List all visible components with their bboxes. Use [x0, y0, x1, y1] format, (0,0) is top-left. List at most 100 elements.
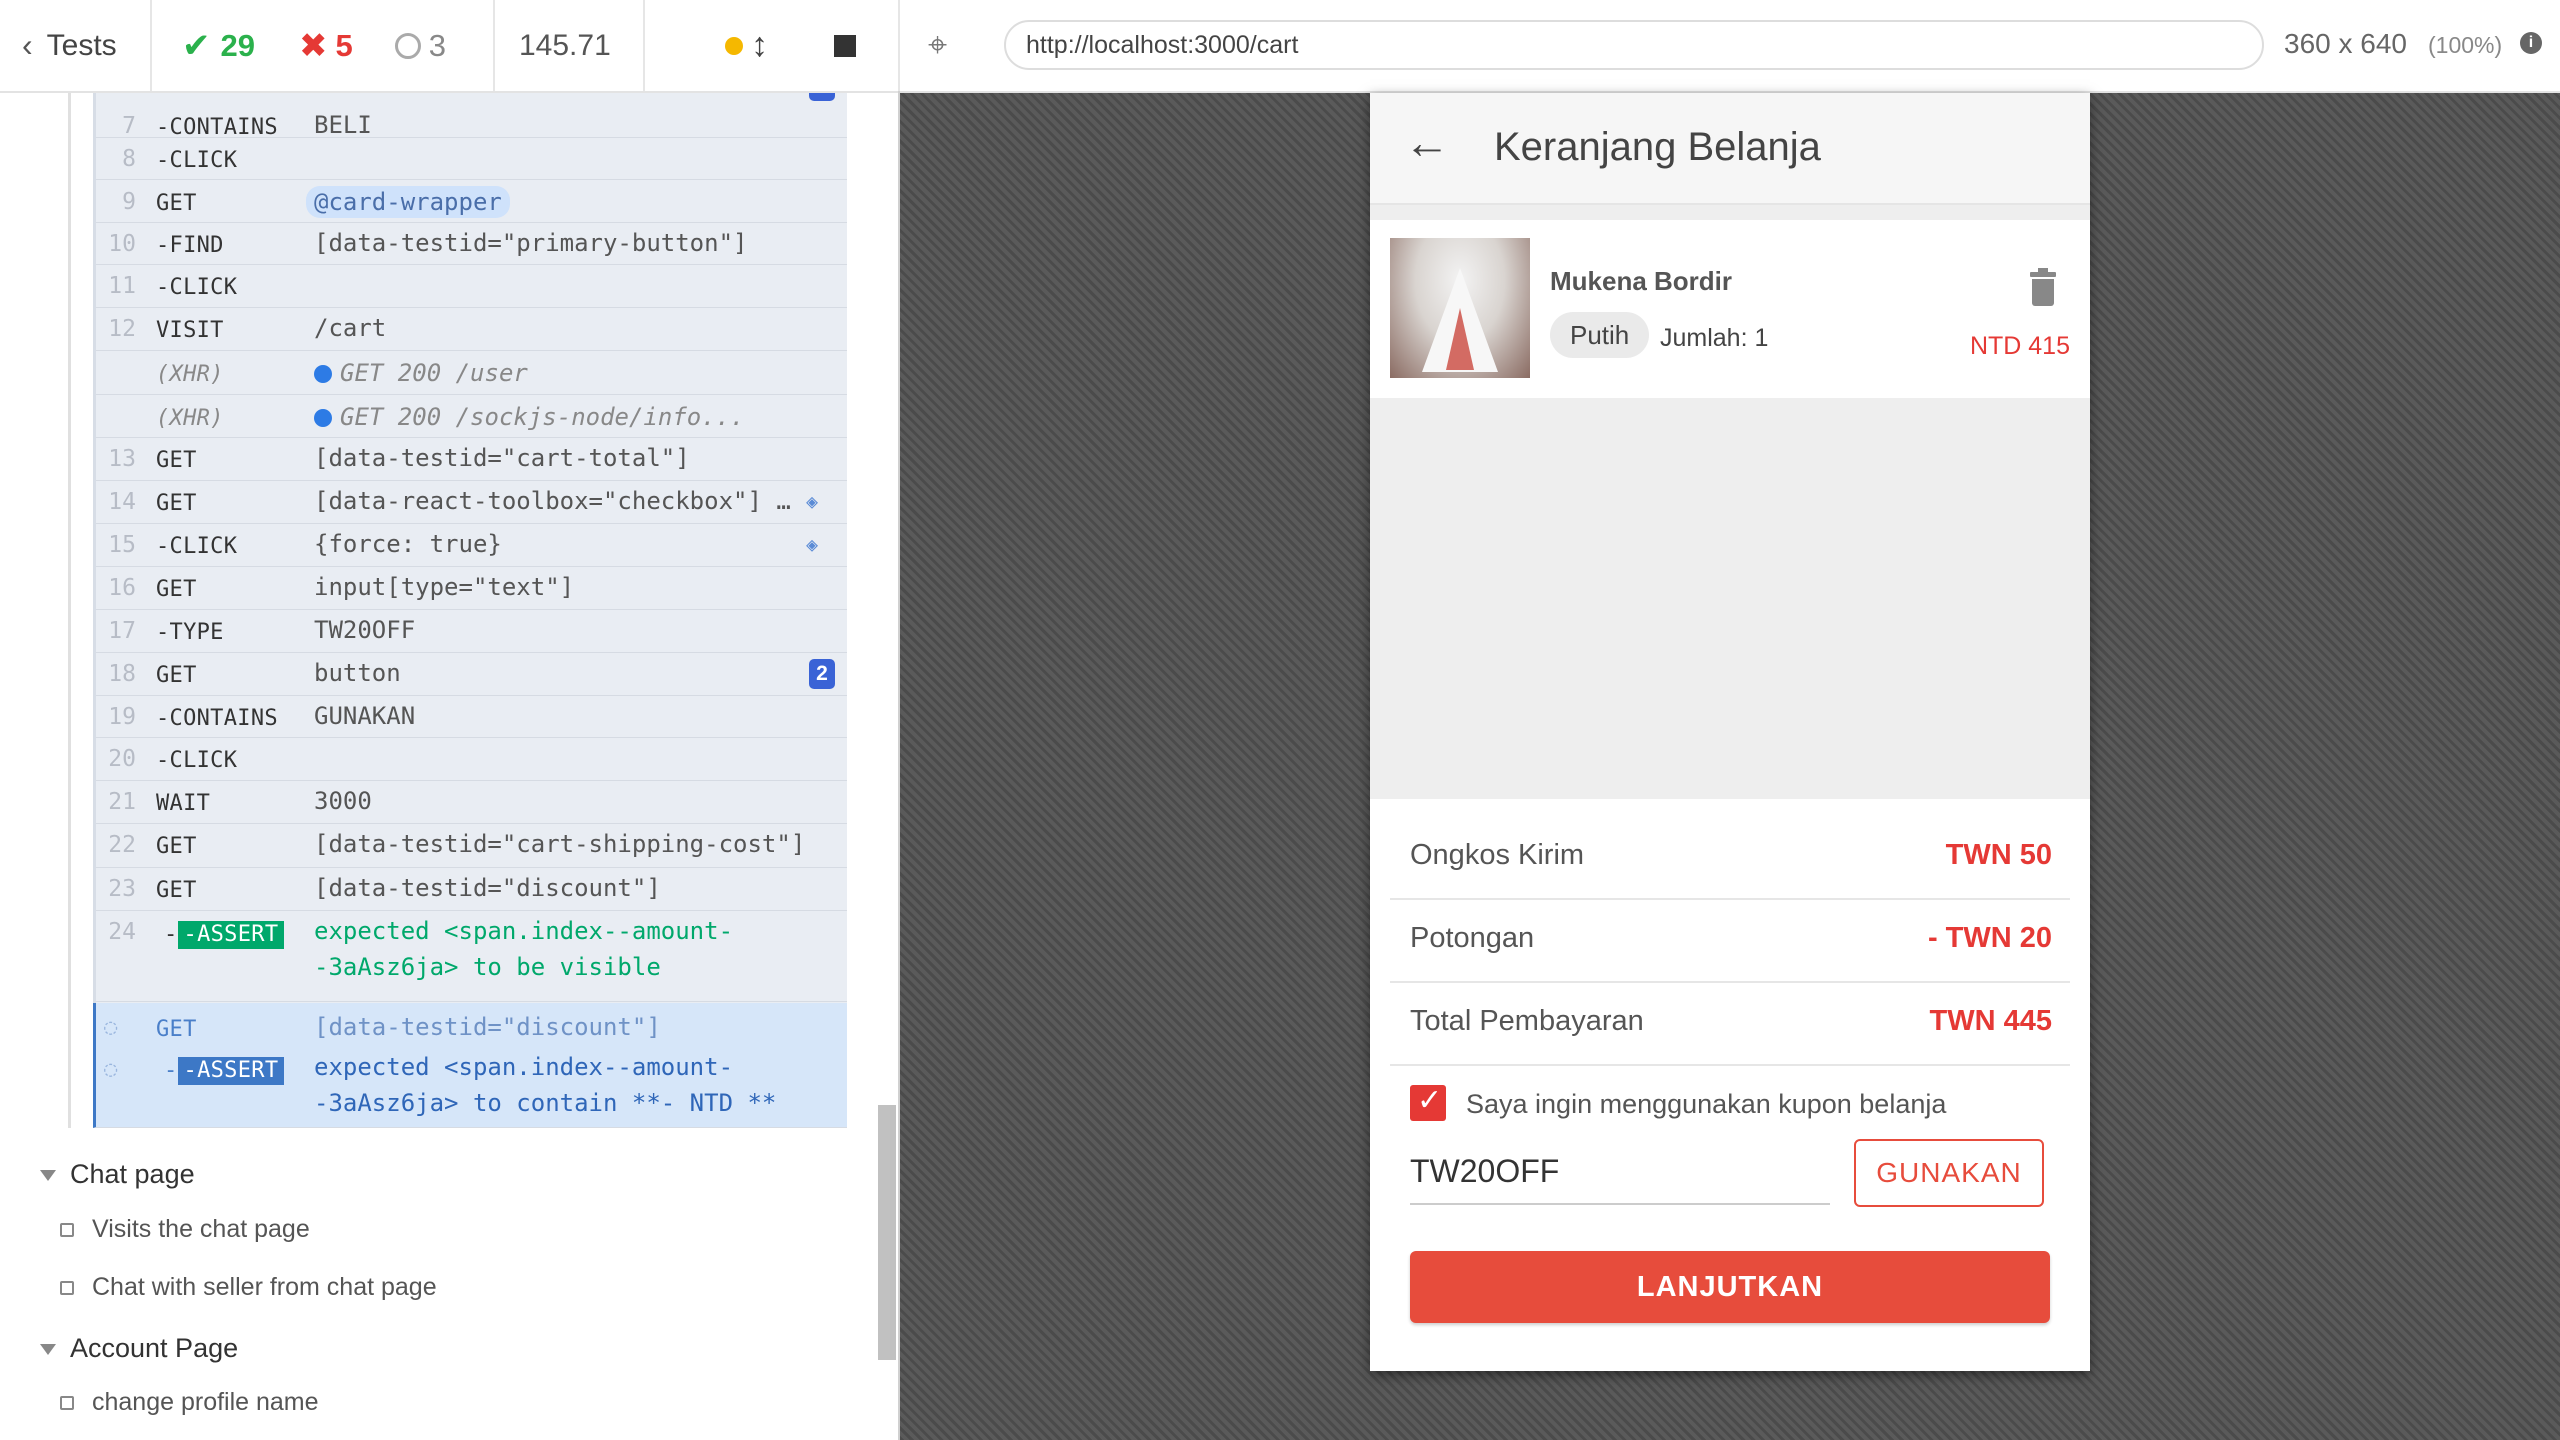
command-row[interactable]: 17 -TYPE TW20OFF — [96, 610, 847, 653]
command-row[interactable]: 7 -CONTAINS BELI — [96, 93, 847, 140]
xhr-status-dot-icon — [314, 409, 332, 427]
auto-scroll-dot-icon[interactable] — [725, 36, 743, 55]
command-name: GET — [156, 663, 197, 688]
command-arg: [data-testid="cart-total"] — [314, 444, 690, 472]
coupon-checkbox[interactable]: ✓ — [1410, 1084, 1446, 1121]
command-log: 7 -CONTAINS BELI 8 -CLICK 9 GET @card-wr… — [93, 93, 847, 1128]
cart-item-card: Mukena Bordir Putih Jumlah: 1 NTD 415 — [1370, 220, 2090, 398]
caret-down-icon — [40, 1344, 56, 1356]
fail-x-icon: ✖ — [298, 26, 328, 65]
assert-message-line1: expected <span.index--amount- — [314, 1053, 734, 1081]
spinner-icon: ◌ — [104, 1057, 118, 1082]
element-count-badge: 2 — [809, 659, 835, 689]
command-arg: [data-testid="discount"] — [314, 874, 661, 902]
command-row[interactable]: 19 -CONTAINS GUNAKAN — [96, 696, 847, 738]
command-name: -CLICK — [156, 534, 238, 559]
command-row[interactable]: 12 VISIT /cart — [96, 308, 847, 351]
line-number: 16 — [108, 575, 136, 601]
back-to-tests-button[interactable]: ‹ Tests — [0, 0, 152, 91]
zoom-level: (100%) — [2428, 32, 2503, 58]
trash-icon[interactable] — [2030, 268, 2056, 306]
command-name: VISIT — [156, 318, 224, 343]
command-row[interactable]: 21 WAIT 3000 — [96, 781, 847, 824]
suite-chat-page[interactable]: Chat page — [40, 1159, 195, 1190]
test-item[interactable]: change profile name — [60, 1388, 319, 1417]
line-number: 14 — [108, 489, 136, 515]
continue-label: LANJUTKAN — [1636, 1270, 1824, 1303]
line-number: 21 — [108, 789, 136, 815]
line-number: 23 — [108, 876, 136, 902]
command-name: -CLICK — [156, 748, 238, 773]
variant-chip: Putih — [1550, 312, 1650, 358]
product-name: Mukena Bordir — [1550, 266, 1733, 296]
xhr-row[interactable]: (XHR) GET 200 /sockjs-node/info... — [96, 395, 847, 438]
scroll-arrows-icon[interactable]: ↕ — [751, 26, 768, 65]
suite-title: Account Page — [70, 1333, 239, 1363]
xhr-row[interactable]: (XHR) GET 200 /user — [96, 351, 847, 395]
coupon-input-value: TW20OFF — [1410, 1153, 1560, 1189]
app-viewport: ← Keranjang Belanja Mukena Bordir Putih … — [1370, 93, 2090, 1371]
page-title: Keranjang Belanja — [1494, 125, 1821, 169]
selector-playground-crosshair-icon[interactable]: ⌖ — [928, 26, 947, 65]
test-checkbox-icon — [60, 1222, 74, 1237]
discount-value: - TWN 20 — [1927, 922, 2052, 954]
line-number: 10 — [108, 231, 136, 257]
line-number: 17 — [108, 618, 136, 644]
command-row[interactable]: 16 GET input[type="text"] — [96, 567, 847, 610]
url-bar[interactable]: http://localhost:3000/cart — [1004, 20, 2264, 70]
shipping-label: Ongkos Kirim — [1410, 839, 1585, 871]
test-title: Chat with seller from chat page — [92, 1273, 437, 1301]
command-row[interactable]: 15 -CLICK {force: true} ◈ — [96, 524, 847, 567]
assert-message-line1: expected <span.index--amount- — [314, 917, 734, 945]
assert-message-line2: -3aAsz6ja> to be visible — [314, 953, 661, 981]
suite-account-page[interactable]: Account Page — [40, 1333, 238, 1364]
command-row[interactable]: 8 -CLICK — [96, 138, 847, 180]
failed-count: 5 — [335, 27, 353, 63]
continue-button[interactable]: LANJUTKAN — [1410, 1251, 2050, 1323]
command-row[interactable]: 9 GET @card-wrapper — [96, 180, 847, 223]
command-row[interactable]: 23 GET [data-testid="discount"] — [96, 868, 847, 911]
command-name: GET — [156, 448, 197, 473]
assert-label: -ASSERT — [177, 921, 285, 949]
line-number: 8 — [122, 146, 136, 172]
run-controls: ↕ — [645, 0, 900, 91]
pending-command-group[interactable]: ◌ GET [data-testid="discount"] ◌ - -ASSER… — [93, 1003, 847, 1128]
command-arg: button — [314, 659, 401, 687]
back-arrow-icon[interactable]: ← — [1404, 115, 1450, 169]
command-row[interactable]: 18 GET button 2 — [96, 653, 847, 696]
command-row[interactable]: 10 -FIND [data-testid="primary-button"] — [96, 223, 847, 265]
shipping-value: TWN 50 — [1945, 839, 2052, 871]
command-name: GET — [156, 834, 197, 859]
stop-icon[interactable] — [834, 34, 856, 57]
command-arg: [data-testid="discount"] — [314, 1013, 661, 1041]
command-arg: input[type="text"] — [314, 573, 575, 601]
command-name: -CLICK — [156, 275, 238, 300]
spinner-icon: ◌ — [104, 1015, 118, 1040]
command-row[interactable]: 11 -CLICK — [96, 265, 847, 308]
assert-row[interactable]: 24 - -ASSERT expected <span.index--amount… — [96, 911, 847, 1002]
runner-scrollbar[interactable] — [878, 1105, 896, 1360]
command-arg: GUNAKAN — [314, 702, 416, 730]
pending-count: 3 — [428, 27, 446, 63]
product-image[interactable] — [1390, 238, 1530, 378]
command-arg: [data-testid="primary-button"] — [314, 229, 748, 257]
command-row[interactable]: 22 GET [data-testid="cart-shipping-cost"… — [96, 824, 847, 868]
command-arg: TW20OFF — [314, 616, 416, 644]
apply-coupon-button[interactable]: GUNAKAN — [1854, 1139, 2044, 1207]
command-name: -CONTAINS — [156, 706, 278, 731]
command-row[interactable]: 14 GET [data-react-toolbox="checkbox"] …… — [96, 481, 847, 524]
coupon-input[interactable]: TW20OFF — [1410, 1139, 1830, 1205]
checkmark-icon: ✓ — [1417, 1084, 1443, 1117]
url-text: http://localhost:3000/cart — [1026, 30, 1299, 59]
command-row[interactable]: 13 GET [data-testid="cart-total"] — [96, 438, 847, 481]
command-row[interactable]: 20 -CLICK — [96, 738, 847, 781]
xhr-text: GET 200 /sockjs-node/info... — [340, 403, 745, 431]
command-arg: 3000 — [314, 787, 372, 815]
total-value: TWN 445 — [1929, 1005, 2052, 1037]
command-name: -CONTAINS — [156, 115, 278, 140]
test-item[interactable]: Chat with seller from chat page — [60, 1273, 437, 1302]
test-item[interactable]: Visits the chat page — [60, 1215, 310, 1244]
info-icon[interactable]: i — [2520, 32, 2542, 54]
line-number: 11 — [108, 273, 136, 299]
cart-summary: Ongkos Kirim TWN 50 Potongan - TWN 20 To… — [1370, 799, 2090, 1371]
